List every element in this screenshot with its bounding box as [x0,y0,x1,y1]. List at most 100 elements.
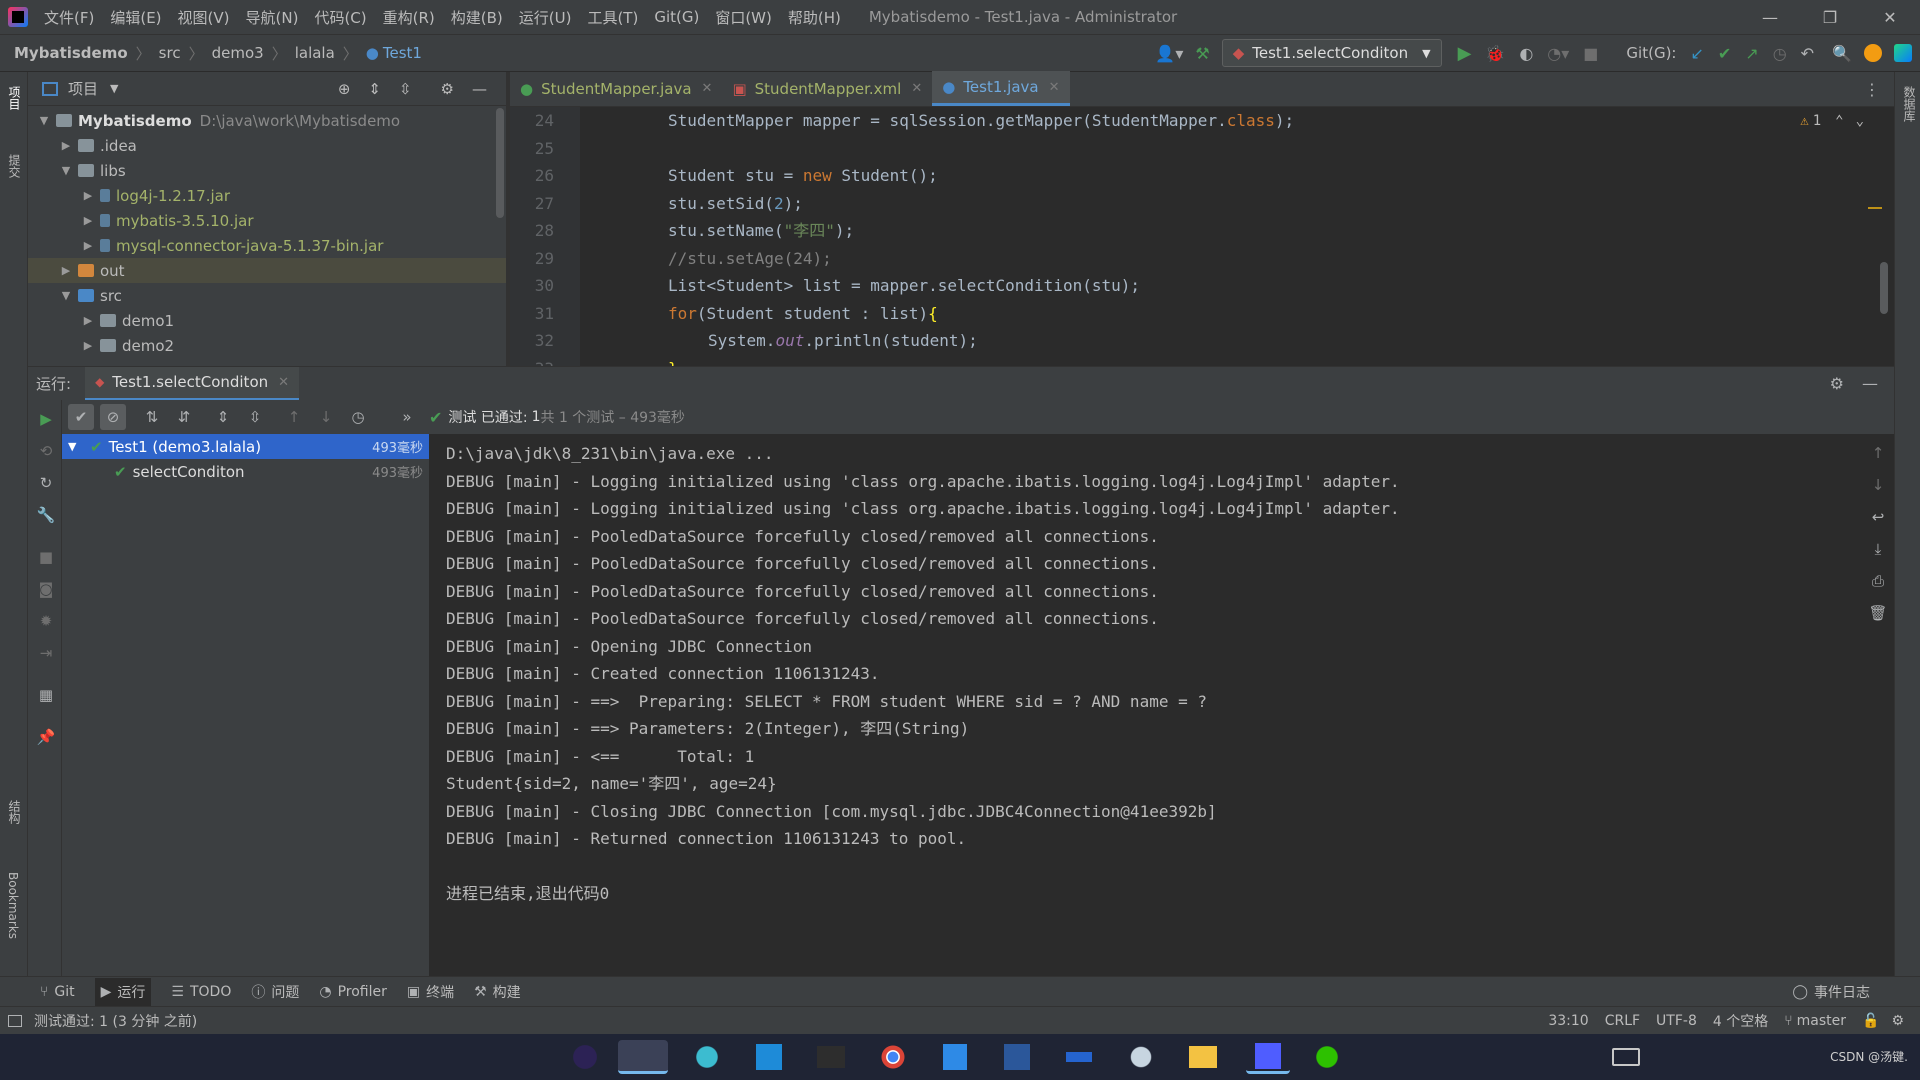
layout-icon[interactable]: ▦ [33,682,59,708]
run-config-select[interactable]: ◆ Test1.selectConditon ▼ [1221,39,1442,67]
run-icon[interactable]: ▶ [1458,43,1472,64]
chevron-right-icon[interactable]: ▶ [58,264,74,277]
caret-position[interactable]: 33:10 [1548,1013,1588,1029]
database-tool-button[interactable]: 数据库 [1901,86,1918,122]
edge-icon[interactable] [688,1040,726,1074]
project-panel-title[interactable]: 项目 [68,78,98,99]
menu-refactor[interactable]: 重构(R) [383,7,435,28]
show-ignored-icon[interactable]: ⊘ [100,404,126,430]
more-icon[interactable]: ⋮ [1864,80,1880,99]
inspector-icon[interactable]: ⚙ [1891,1013,1904,1029]
chevron-right-icon[interactable]: ▶ [58,139,74,152]
menu-edit[interactable]: 编辑(E) [110,7,161,28]
test-row[interactable]: ▼ ✔ Test1 (demo3.lalala) 493毫秒 [62,434,429,459]
hide-icon[interactable]: — [472,80,487,98]
debug-icon[interactable]: 🐞 [1485,44,1505,63]
tree-item-demo1[interactable]: ▶ demo1 [28,308,506,333]
user-icon[interactable]: 👤▾ [1155,44,1183,63]
stop-icon[interactable]: ■ [33,544,59,570]
pin-icon[interactable]: 📌 [33,724,59,750]
chevron-down-icon[interactable]: ▼ [58,164,74,177]
menu-run[interactable]: 运行(U) [519,7,572,28]
stop-icon[interactable]: ■ [1583,44,1598,63]
scroll-to-end-icon[interactable]: ⤓ [1865,536,1891,562]
chevron-down-icon[interactable]: ▼ [36,114,52,127]
tab-test1-java[interactable]: ● Test1.java ✕ [932,71,1070,106]
breadcrumb-lalala[interactable]: lalala [295,44,335,62]
chevron-down-icon[interactable]: ▼ [110,82,118,95]
event-log-button[interactable]: ◯ 事件日志 [1792,982,1870,1002]
git-tool-button[interactable]: ⑂ Git [40,984,75,1000]
git-push-icon[interactable]: ↗ [1745,44,1758,63]
tree-item-log4j-jar[interactable]: ▶ log4j-1.2.17.jar [28,183,506,208]
vscode-icon[interactable] [936,1040,974,1074]
scroll-up-icon[interactable]: ↑ [1865,440,1891,466]
update-icon[interactable] [1864,44,1882,62]
profiler-icon[interactable]: ◔▾ [1547,44,1569,63]
expand-all-icon[interactable]: ⇕ [210,404,236,430]
tab-studentmapper-xml[interactable]: ▣ StudentMapper.xml ✕ [722,71,932,106]
exit-icon[interactable]: ⇥ [33,640,59,666]
chrome-icon[interactable] [874,1040,912,1074]
run-tool-button[interactable]: ▶ 运行 [94,977,152,1006]
app-icon[interactable] [750,1040,788,1074]
close-button[interactable]: ✕ [1860,0,1920,34]
todo-app-icon[interactable] [1060,1040,1098,1074]
tree-item-idea[interactable]: ▶ .idea [28,133,506,158]
scroll-down-icon[interactable]: ↓ [1865,472,1891,498]
trash-icon[interactable]: 🗑 [1865,600,1891,626]
wrench-icon[interactable]: 🔧 [33,502,59,528]
minimize-button[interactable]: — [1740,0,1800,34]
chevron-right-icon[interactable]: ▶ [80,239,96,252]
menu-build[interactable]: 构建(B) [451,7,503,28]
rerun-icon[interactable]: ▶ [33,406,59,432]
debug-icon[interactable]: ✹ [33,608,59,634]
restore-button[interactable]: ❐ [1800,0,1860,34]
gear-icon[interactable]: ⚙ [1830,374,1844,393]
tree-item-mysql-jar[interactable]: ▶ mysql-connector-java-5.1.37-bin.jar [28,233,506,258]
intellij-logo-icon[interactable] [8,7,28,27]
toggle-auto-test-icon[interactable]: ↻ [33,470,59,496]
next-test-icon[interactable]: ↓ [313,404,339,430]
chevron-down-icon[interactable]: ⌄ [1856,113,1864,129]
breadcrumb-test1[interactable]: Test1 [383,44,422,62]
chevron-up-icon[interactable]: ⌃ [1835,113,1843,129]
wechat-icon[interactable] [1308,1040,1346,1074]
prev-test-icon[interactable]: ↑ [281,404,307,430]
search-icon[interactable]: 🔍 [1832,44,1852,63]
sort-alpha-icon[interactable]: ⇅ [139,404,165,430]
expand-all-icon[interactable]: ⇕ [368,80,381,98]
task-view-icon[interactable] [1612,1048,1640,1066]
todo-tool-button[interactable]: ☰ TODO [171,984,231,1000]
commit-tool-button[interactable]: 提交 [6,154,23,178]
menu-file[interactable]: 文件(F) [44,7,94,28]
structure-tool-button[interactable]: 结构 [6,800,23,824]
rollback-icon[interactable]: ↶ [1801,44,1814,63]
intellij-icon[interactable] [618,1040,668,1074]
close-icon[interactable]: ✕ [702,81,713,96]
project-tool-button[interactable]: 项目 [6,86,23,110]
breadcrumb-project[interactable]: Mybatisdemo [14,44,128,62]
chevron-right-icon[interactable]: ▶ [80,339,96,352]
menu-git[interactable]: Git(G) [654,8,699,26]
line-separator[interactable]: CRLF [1605,1013,1640,1029]
inspection-widget[interactable]: ⚠ 1 ⌃ ⌄ [1800,113,1864,129]
sort-duration-icon[interactable]: ⇵ [171,404,197,430]
terminal-tool-button[interactable]: ▣ 终端 [407,982,454,1002]
menu-tools[interactable]: 工具(T) [587,7,638,28]
build-tool-button[interactable]: ⚒ 构建 [474,982,521,1002]
close-icon[interactable]: ✕ [278,375,289,390]
lock-icon[interactable]: 🔓 [1862,1013,1879,1029]
code-editor[interactable]: 24 25 26 27 28 29 30 31 32 33 StudentMap… [510,107,1894,366]
file-encoding[interactable]: UTF-8 [1656,1013,1697,1029]
eclipse-icon[interactable] [566,1040,604,1074]
menu-navigate[interactable]: 导航(N) [246,7,299,28]
show-passed-icon[interactable]: ✔ [68,404,94,430]
close-icon[interactable]: ✕ [1049,80,1060,95]
collapse-all-icon[interactable]: ⇳ [399,80,412,98]
tree-item-mybatis-jar[interactable]: ▶ mybatis-3.5.10.jar [28,208,506,233]
console-output[interactable]: D:\java\jdk\8_231\bin\java.exe ... DEBUG… [430,434,1858,976]
menu-code[interactable]: 代码(C) [314,7,366,28]
gear-icon[interactable]: ⚙ [441,80,454,98]
profiler-tool-button[interactable]: ◔ Profiler [319,984,387,1000]
